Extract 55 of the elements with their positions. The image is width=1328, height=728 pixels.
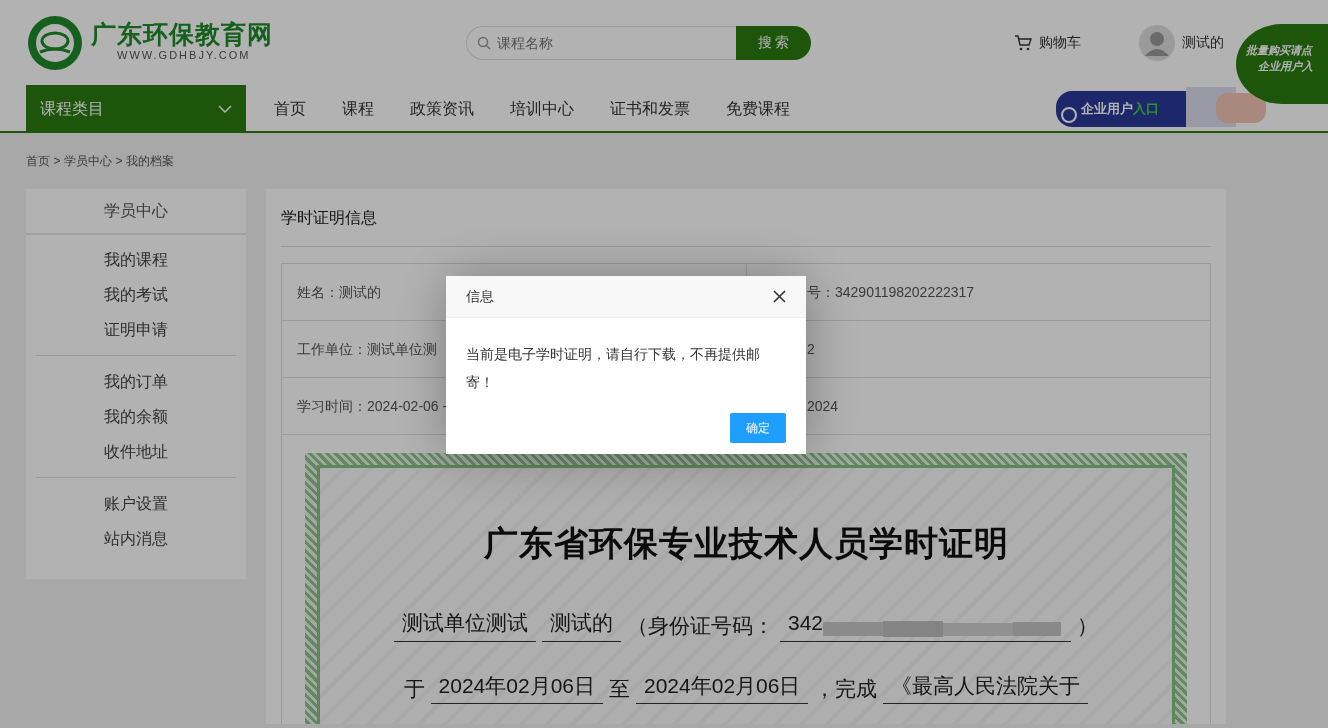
cart-icon[interactable]: [1014, 34, 1032, 51]
nav-link[interactable]: 课程: [342, 97, 374, 121]
info-text: 号：342901198202222317: [807, 282, 975, 302]
certificate-text: （身份证号码：: [626, 613, 774, 639]
sidebar-item[interactable]: 我的考试: [26, 277, 246, 312]
nav-link[interactable]: 首页: [274, 97, 306, 121]
nav-link[interactable]: 免费课程: [726, 97, 790, 121]
avatar-icon[interactable]: [1139, 24, 1175, 61]
info-text: 学习时间：2024-02-06 -: [297, 396, 448, 416]
cart-link[interactable]: 购物车: [1039, 32, 1081, 53]
site-url: WWW.GDHBJY.COM: [117, 47, 252, 63]
id-number-prefix: 342: [787, 610, 823, 636]
dialog-title: 信息: [466, 287, 494, 306]
certificate-text: ）: [1077, 613, 1098, 639]
info-text: 姓名：测试的: [297, 282, 381, 302]
info-text: 2024: [807, 396, 839, 416]
certificate-field: 2024年02月06日: [636, 669, 809, 704]
certificate-text: 于: [403, 675, 425, 702]
search-button[interactable]: 搜 索: [736, 25, 811, 60]
user-name[interactable]: 测试的: [1182, 32, 1224, 53]
panel-title: 学时证明信息: [281, 207, 377, 228]
info-text: 2: [807, 339, 815, 359]
sidebar-item[interactable]: 我的订单: [26, 364, 246, 399]
sidebar-item[interactable]: 我的课程: [26, 242, 246, 277]
breadcrumb-link[interactable]: 学员中心: [64, 152, 112, 170]
breadcrumb-link[interactable]: 首页: [26, 152, 50, 170]
certificate-field: 测试单位测试: [393, 607, 536, 642]
close-icon[interactable]: [773, 290, 786, 303]
nav-link[interactable]: 证书和发票: [610, 97, 690, 121]
search-field[interactable]: 课程名称: [466, 25, 736, 60]
chevron-down-icon: [218, 105, 232, 113]
sidebar-item[interactable]: 证明申请: [26, 312, 246, 347]
sidebar-item[interactable]: 收件地址: [26, 434, 246, 469]
promo-bubble[interactable]: 批量购买请点 企业用户入: [1236, 24, 1328, 104]
sidebar-item[interactable]: 账户设置: [26, 486, 246, 521]
category-menu[interactable]: 课程类目: [26, 85, 246, 133]
nav-link[interactable]: 政策资讯: [410, 97, 474, 121]
logo-icon: [26, 13, 84, 72]
dialog-message: 当前是电子学时证明，请自行下载，不再提供邮寄！: [465, 345, 761, 392]
breadcrumb-link[interactable]: 我的档案: [126, 152, 175, 170]
sidebar-item[interactable]: 我的余额: [26, 399, 246, 434]
certificate-field: 《最高人民法院关于: [883, 669, 1089, 704]
site-title: 广东环保教育网: [91, 21, 273, 47]
sidebar-title: 学员中心: [26, 189, 246, 235]
sidebar-item[interactable]: 站内消息: [26, 521, 246, 556]
certificate-field: 2024年02月06日: [430, 669, 603, 704]
info-text: 工作单位：测试单位测: [297, 339, 437, 359]
breadcrumb-separator: >: [53, 153, 61, 170]
banner-text: 企业用户入口: [1081, 100, 1159, 118]
certificate-field: 测试的: [541, 607, 621, 642]
nav-link[interactable]: 培训中心: [510, 97, 574, 121]
certificate-text: ，完成: [814, 675, 878, 702]
breadcrumb-separator: >: [115, 153, 123, 170]
certificate-text: 至: [609, 675, 630, 702]
certificate-title: 广东省环保专业技术人员学时证明: [482, 522, 1010, 565]
